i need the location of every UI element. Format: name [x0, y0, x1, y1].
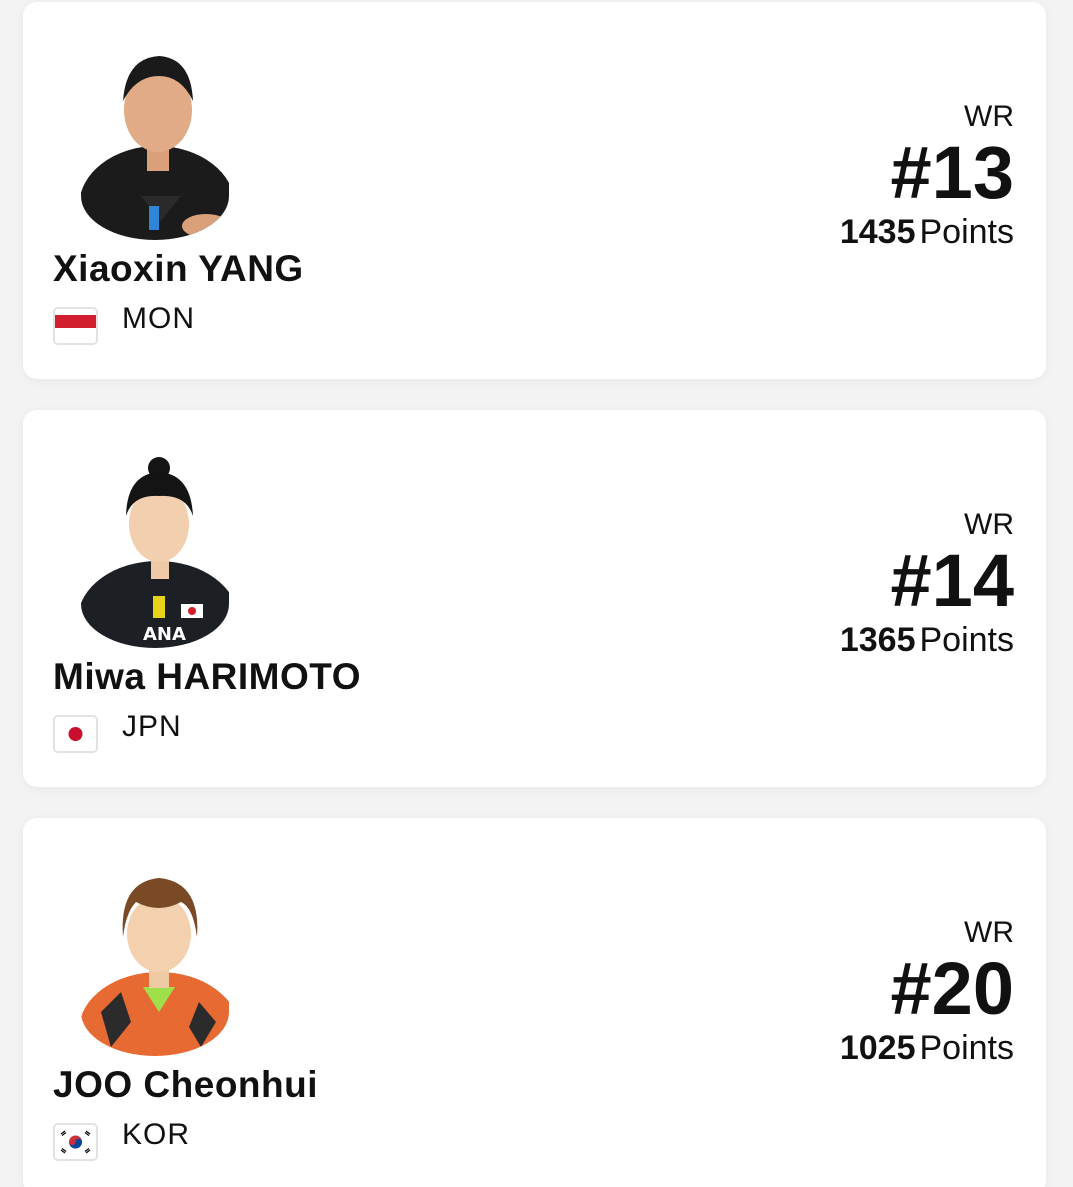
points-line: 1435 Points	[840, 212, 1014, 252]
points-value: 1025	[839, 1029, 916, 1067]
points-line: 1025 Points	[840, 1028, 1014, 1068]
wr-label: WR	[964, 508, 1014, 541]
world-rank: #20	[890, 947, 1014, 1030]
flag-icon	[53, 715, 98, 753]
player-card[interactable]: ANA Miwa HARIMOTO JPN WR #14 1365 Points	[23, 410, 1046, 787]
player-name[interactable]: JOO Cheonhui	[53, 1064, 318, 1106]
player-avatar	[81, 46, 229, 240]
wr-label: WR	[964, 916, 1014, 949]
points-value: 1435	[839, 213, 916, 251]
player-card[interactable]: JOO Cheonhui KOR WR #20 1025 Points	[23, 818, 1046, 1187]
ranking-block: WR #20 1025 Points	[840, 916, 1014, 1068]
player-name[interactable]: Xiaoxin YANG	[53, 248, 304, 290]
world-rank: #13	[890, 131, 1014, 214]
wr-label: WR	[964, 100, 1014, 133]
world-rank: #14	[890, 539, 1014, 622]
player-ranking-list: Xiaoxin YANG MON WR #13 1435 Points ANA …	[0, 0, 1073, 1187]
points-label: Points	[919, 1029, 1015, 1067]
country-code: JPN	[122, 710, 182, 743]
ranking-block: WR #13 1435 Points	[840, 100, 1014, 252]
player-name[interactable]: Miwa HARIMOTO	[53, 656, 361, 698]
country-code: KOR	[122, 1118, 191, 1151]
points-line: 1365 Points	[840, 620, 1014, 660]
svg-text:ANA: ANA	[143, 624, 186, 645]
ranking-block: WR #14 1365 Points	[840, 508, 1014, 660]
points-label: Points	[919, 621, 1015, 659]
flag-icon	[53, 307, 98, 345]
player-card[interactable]: Xiaoxin YANG MON WR #13 1435 Points	[23, 2, 1046, 379]
points-label: Points	[919, 213, 1015, 251]
player-avatar	[81, 862, 229, 1056]
points-value: 1365	[839, 621, 916, 659]
player-avatar: ANA	[81, 454, 229, 648]
country-code: MON	[122, 302, 195, 335]
flag-icon	[53, 1123, 98, 1161]
